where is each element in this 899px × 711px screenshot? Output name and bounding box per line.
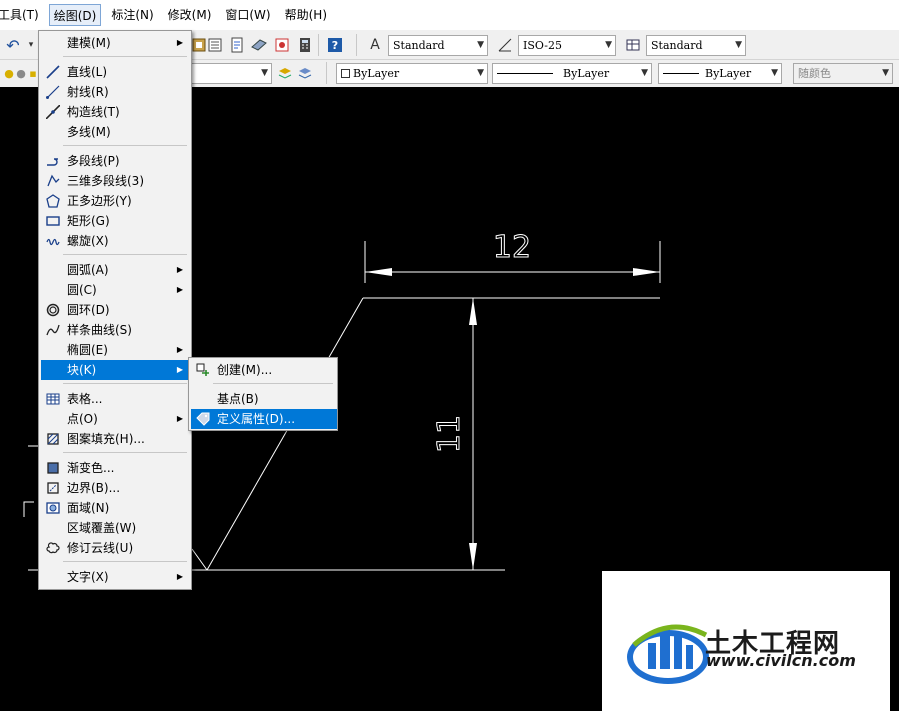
menu-dimension[interactable]: 标注(N) bbox=[107, 4, 157, 26]
menu-draw[interactable]: 绘图(D) bbox=[48, 4, 102, 26]
watermark-logo: 土木工程网 www.civilcn.com bbox=[602, 571, 890, 711]
hatch-icon bbox=[45, 431, 61, 447]
menu-item-block[interactable]: 块(K) ▶ bbox=[41, 360, 189, 380]
menu-item-donut[interactable]: 圆环(D) bbox=[41, 300, 189, 320]
submenu-arrow-icon: ▶ bbox=[176, 285, 183, 294]
table-style-icon[interactable] bbox=[624, 36, 642, 54]
submenu-arrow-icon: ▶ bbox=[176, 38, 183, 47]
calculator-icon[interactable] bbox=[296, 36, 314, 54]
donut-icon bbox=[45, 302, 61, 318]
rectangle-icon bbox=[45, 213, 61, 229]
menu-item-block-basepoint[interactable]: 基点(B) bbox=[191, 389, 337, 409]
table-icon bbox=[45, 391, 61, 407]
polygon-icon bbox=[45, 193, 61, 209]
menu-item-hatch[interactable]: 图案填充(H)... bbox=[41, 429, 189, 449]
submenu-arrow-icon: ▶ bbox=[176, 572, 183, 581]
3dpolyline-icon bbox=[45, 173, 61, 189]
layer-state-icon[interactable] bbox=[276, 64, 294, 82]
menu-item-ray[interactable]: 射线(R) bbox=[41, 82, 189, 102]
color-swatch bbox=[341, 69, 350, 78]
menu-item-circle[interactable]: 圆(C) ▶ bbox=[41, 280, 189, 300]
ray-icon bbox=[45, 84, 61, 100]
dim-arrow-bottom bbox=[469, 543, 477, 570]
menu-item-gradient[interactable]: 渐变色... bbox=[41, 458, 189, 478]
dim-arrow-right bbox=[633, 268, 660, 276]
menu-item-table[interactable]: 表格... bbox=[41, 389, 189, 409]
submenu-arrow-icon: ▶ bbox=[176, 365, 183, 374]
revcloud-icon bbox=[45, 540, 61, 556]
attribute-icon bbox=[195, 411, 211, 427]
geometry-corner-line bbox=[191, 548, 208, 571]
menu-item-rectangle[interactable]: 矩形(G) bbox=[41, 211, 189, 231]
menu-item-mline[interactable]: 多线(M) bbox=[41, 122, 189, 142]
help-icon[interactable]: ? bbox=[326, 36, 344, 54]
menu-item-arc[interactable]: 圆弧(A) ▶ bbox=[41, 260, 189, 280]
publish-icon[interactable] bbox=[273, 36, 291, 54]
menu-item-polyline[interactable]: 多段线(P) bbox=[41, 151, 189, 171]
menu-item-define-attribute[interactable]: 定义属性(D)... bbox=[191, 409, 337, 429]
dim-arrow-left bbox=[365, 268, 392, 276]
text-style-combo[interactable]: Standard ▼ bbox=[388, 35, 488, 56]
menu-item-region[interactable]: 面域(N) bbox=[41, 498, 189, 518]
dim-text-vertical: 11 bbox=[432, 415, 467, 453]
draw-menu: 建模(M) ▶ 直线(L) 射线(R) 构造线(T) 多线(M) 多段线(P) 三… bbox=[38, 30, 192, 590]
menu-item-helix[interactable]: 螺旋(X) bbox=[41, 231, 189, 251]
menu-item-point[interactable]: 点(O) ▶ bbox=[41, 409, 189, 429]
menu-item-block-create[interactable]: 创建(M)... bbox=[191, 360, 337, 380]
menu-window[interactable]: 窗口(W) bbox=[221, 4, 274, 26]
menu-bar: 工具(T) 绘图(D) 标注(N) 修改(M) 窗口(W) 帮助(H) bbox=[0, 0, 899, 30]
block-create-icon bbox=[195, 362, 211, 378]
xline-icon bbox=[45, 104, 61, 120]
linetype-combo[interactable]: ByLayer ▼ bbox=[492, 63, 652, 84]
submenu-arrow-icon: ▶ bbox=[176, 345, 183, 354]
helix-icon bbox=[45, 233, 61, 249]
menu-item-spline[interactable]: 样条曲线(S) bbox=[41, 320, 189, 340]
gradient-icon bbox=[45, 460, 61, 476]
table-style-combo[interactable]: Standard ▼ bbox=[646, 35, 746, 56]
menu-item-boundary[interactable]: 边界(B)... bbox=[41, 478, 189, 498]
line-icon bbox=[45, 64, 61, 80]
sheet-set-icon[interactable] bbox=[206, 36, 224, 54]
menu-item-wipeout[interactable]: 区域覆盖(W) bbox=[41, 518, 189, 538]
menu-item-3dpolyline[interactable]: 三维多段线(3) bbox=[41, 171, 189, 191]
menu-item-revcloud[interactable]: 修订云线(U) bbox=[41, 538, 189, 558]
region-icon bbox=[45, 500, 61, 516]
boundary-icon bbox=[45, 480, 61, 496]
markup-icon[interactable] bbox=[228, 36, 246, 54]
text-style-icon[interactable]: A bbox=[366, 36, 384, 54]
menu-modify[interactable]: 修改(M) bbox=[164, 4, 216, 26]
menu-item-xline[interactable]: 构造线(T) bbox=[41, 102, 189, 122]
menu-item-modeling[interactable]: 建模(M) ▶ bbox=[41, 33, 189, 53]
geometry-left-mark bbox=[23, 501, 34, 517]
menu-tools[interactable]: 工具(T) bbox=[0, 4, 43, 26]
block-submenu: 创建(M)... 基点(B) 定义属性(D)... bbox=[188, 357, 338, 431]
dim-text-horizontal: 12 bbox=[493, 230, 531, 265]
submenu-arrow-icon: ▶ bbox=[176, 414, 183, 423]
undo-icon[interactable]: ↶ bbox=[4, 36, 22, 55]
menu-item-text[interactable]: 文字(X) ▶ bbox=[41, 567, 189, 587]
menu-item-polygon[interactable]: 正多边形(Y) bbox=[41, 191, 189, 211]
dim-arrow-top bbox=[469, 298, 477, 325]
submenu-arrow-icon: ▶ bbox=[176, 265, 183, 274]
plot-style-combo[interactable]: 随颜色 ▼ bbox=[793, 63, 893, 84]
quickcalc-tool-icon[interactable] bbox=[250, 36, 268, 54]
geometry-slanted-edge bbox=[206, 297, 364, 571]
layer-combo[interactable]: ▼ bbox=[192, 63, 272, 84]
dim-style-icon[interactable] bbox=[496, 36, 514, 54]
svg-text:?: ? bbox=[332, 39, 338, 52]
color-combo[interactable]: ByLayer ▼ bbox=[336, 63, 488, 84]
dim-style-combo[interactable]: ISO-25 ▼ bbox=[518, 35, 616, 56]
layer-previous-icon[interactable] bbox=[296, 64, 314, 82]
menu-item-ellipse[interactable]: 椭圆(E) ▶ bbox=[41, 340, 189, 360]
menu-item-line[interactable]: 直线(L) bbox=[41, 62, 189, 82]
spline-icon bbox=[45, 322, 61, 338]
menu-help[interactable]: 帮助(H) bbox=[281, 4, 331, 26]
polyline-icon bbox=[45, 153, 61, 169]
lineweight-combo[interactable]: ByLayer ▼ bbox=[658, 63, 782, 84]
watermark-url: www.civilcn.com bbox=[706, 651, 856, 670]
